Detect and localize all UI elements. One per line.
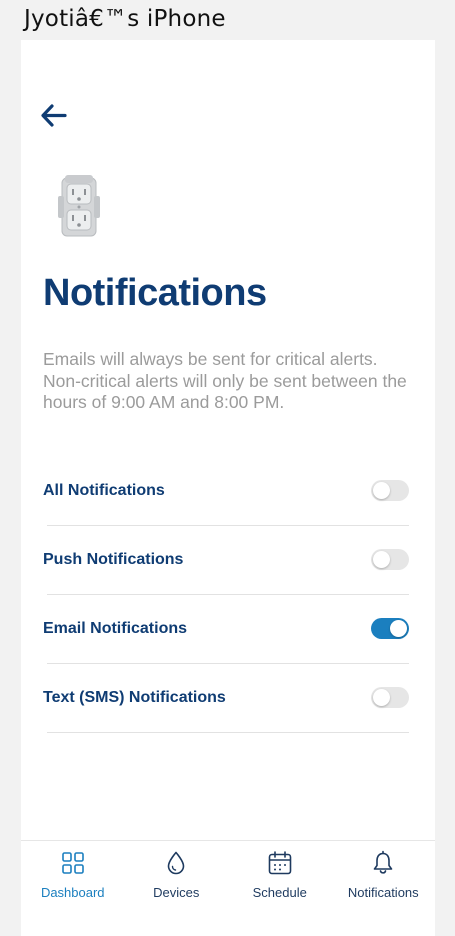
toggle-knob (373, 551, 390, 568)
tab-label: Dashboard (40, 885, 105, 900)
calendar-icon (268, 851, 292, 875)
tab-label: Schedule (252, 885, 307, 900)
all-notifications-toggle[interactable] (371, 480, 409, 501)
toggle-knob (373, 689, 390, 706)
grid-icon (61, 852, 84, 874)
page-title: Notifications (43, 272, 267, 314)
device-image (57, 174, 101, 240)
tab-label: Notifications (347, 885, 419, 900)
push-notifications-toggle[interactable] (371, 549, 409, 570)
tab-notifications[interactable]: Notifications (332, 841, 436, 911)
email-notifications-toggle[interactable] (371, 618, 409, 639)
arrow-left-icon (41, 104, 67, 127)
divider (47, 594, 409, 595)
tab-devices[interactable]: Devices (125, 841, 229, 911)
setting-label: Email Notifications (43, 620, 188, 637)
setting-row-sms-notifications: Text (SMS) Notifications (43, 687, 409, 757)
back-button[interactable] (39, 102, 71, 130)
bottom-tab-bar: Dashboard Devices Schedule Notifications (21, 840, 435, 936)
bell-icon (373, 850, 393, 874)
setting-row-all-notifications: All Notifications (43, 480, 409, 550)
setting-label: All Notifications (43, 482, 165, 499)
window-title: Jyotiâ€™s iPhone (24, 6, 226, 32)
toggle-knob (390, 620, 407, 637)
tab-label: Devices (153, 885, 200, 900)
divider (47, 663, 409, 664)
divider (47, 525, 409, 526)
app-screen: Notifications Emails will always be sent… (21, 40, 435, 936)
setting-label: Text (SMS) Notifications (43, 689, 226, 706)
setting-row-push-notifications: Push Notifications (43, 549, 409, 619)
sms-notifications-toggle[interactable] (371, 687, 409, 708)
setting-label: Push Notifications (43, 551, 184, 568)
toggle-knob (373, 482, 390, 499)
setting-row-email-notifications: Email Notifications (43, 618, 409, 688)
notifications-description: Emails will always be sent for critical … (43, 349, 407, 412)
tab-dashboard[interactable]: Dashboard (21, 841, 125, 911)
water-drop-icon (167, 851, 185, 875)
tab-schedule[interactable]: Schedule (228, 841, 332, 911)
divider (47, 732, 409, 733)
